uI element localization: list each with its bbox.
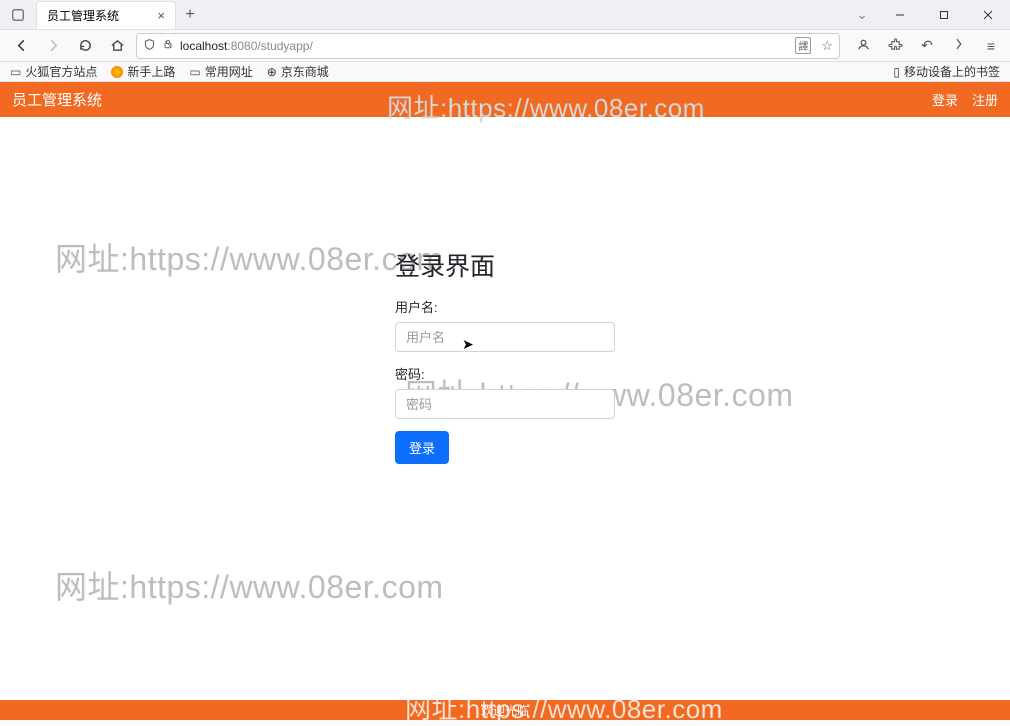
header-nav-links: 登录 注册 bbox=[932, 90, 998, 109]
lock-icon[interactable] bbox=[162, 38, 174, 53]
account-icon[interactable] bbox=[852, 37, 874, 55]
overflow-icon[interactable] bbox=[948, 37, 970, 54]
url-path: :8080/studyapp/ bbox=[227, 39, 312, 53]
page-content: 员工管理系统 登录 注册 网址:https://www.08er.com 网址:… bbox=[0, 82, 1010, 700]
bookmark-common-sites[interactable]: ▭ 常用网址 bbox=[189, 63, 252, 80]
bookmarks-bar: ▭ 火狐官方站点 新手上路 ▭ 常用网址 ⊕ 京东商城 ▯ 移动设备上的书签 bbox=[0, 62, 1010, 82]
close-window-button[interactable] bbox=[966, 0, 1010, 30]
firefox-icon bbox=[111, 66, 123, 78]
globe-icon: ⊕ bbox=[267, 65, 277, 79]
username-label: 用户名: bbox=[395, 297, 615, 316]
bookmark-label: 新手上路 bbox=[127, 63, 175, 80]
browser-toolbar: localhost:8080/studyapp/ 譯 ☆ ↶ ≡ bbox=[0, 30, 1010, 62]
chevron-down-icon[interactable]: ⌄ bbox=[856, 6, 868, 23]
minimize-button[interactable] bbox=[878, 0, 922, 30]
bookmark-firefox-official[interactable]: ▭ 火狐官方站点 bbox=[10, 63, 97, 80]
watermark-text: 网址:https://www.08er.com bbox=[55, 234, 444, 280]
watermark-text: 网址:https://www.08er.com bbox=[387, 88, 705, 125]
reload-button[interactable] bbox=[72, 33, 98, 59]
footer-text: 欢迎光临 bbox=[481, 702, 529, 719]
maximize-button[interactable] bbox=[922, 0, 966, 30]
password-label: 密码: bbox=[395, 364, 615, 383]
close-icon[interactable]: × bbox=[157, 8, 165, 23]
new-tab-button[interactable]: + bbox=[176, 6, 204, 24]
username-input[interactable] bbox=[395, 322, 615, 352]
mobile-icon: ▯ bbox=[893, 65, 900, 79]
reader-mode-badge[interactable]: 譯 bbox=[795, 37, 811, 54]
bookmark-star-icon[interactable]: ☆ bbox=[821, 38, 833, 54]
folder-icon: ▭ bbox=[10, 65, 21, 79]
forward-button[interactable] bbox=[40, 33, 66, 59]
bookmark-label: 火狐官方站点 bbox=[25, 63, 97, 80]
login-form: 登录界面 用户名: 密码: 登录 bbox=[395, 247, 615, 464]
tab-title: 员工管理系统 bbox=[47, 7, 119, 24]
home-button[interactable] bbox=[104, 33, 130, 59]
password-input[interactable] bbox=[395, 389, 615, 419]
shield-icon[interactable] bbox=[143, 38, 156, 54]
workspaces-icon[interactable] bbox=[6, 3, 30, 27]
login-button[interactable]: 登录 bbox=[395, 431, 449, 464]
browser-tab[interactable]: 员工管理系统 × bbox=[36, 1, 176, 29]
back-button[interactable] bbox=[8, 33, 34, 59]
bookmark-label: 京东商城 bbox=[281, 63, 329, 80]
app-header: 员工管理系统 登录 注册 网址:https://www.08er.com bbox=[0, 82, 1010, 117]
bookmark-label: 常用网址 bbox=[205, 63, 253, 80]
window-titlebar: 员工管理系统 × + ⌄ bbox=[0, 0, 1010, 30]
bookmark-label: 移动设备上的书签 bbox=[904, 63, 1000, 80]
login-link[interactable]: 登录 bbox=[932, 90, 958, 109]
url-host: localhost bbox=[180, 39, 227, 53]
extensions-icon[interactable] bbox=[884, 37, 906, 55]
app-footer: 网址:https://www.08er.com 欢迎光临 bbox=[0, 700, 1010, 720]
folder-icon: ▭ bbox=[189, 65, 200, 79]
url-text: localhost:8080/studyapp/ bbox=[180, 39, 313, 53]
register-link[interactable]: 注册 bbox=[972, 90, 998, 109]
bookmark-getting-started[interactable]: 新手上路 bbox=[111, 63, 175, 80]
watermark-text: 网址:https://www.08er.com bbox=[55, 562, 444, 608]
menu-icon[interactable]: ≡ bbox=[980, 38, 1002, 54]
bookmark-jd[interactable]: ⊕ 京东商城 bbox=[267, 63, 329, 80]
address-bar[interactable]: localhost:8080/studyapp/ 譯 ☆ bbox=[136, 33, 840, 59]
app-title: 员工管理系统 bbox=[12, 89, 102, 110]
undo-icon[interactable]: ↶ bbox=[916, 37, 938, 54]
login-heading: 登录界面 bbox=[395, 247, 615, 283]
bookmark-mobile-devices[interactable]: ▯ 移动设备上的书签 bbox=[893, 63, 1000, 80]
